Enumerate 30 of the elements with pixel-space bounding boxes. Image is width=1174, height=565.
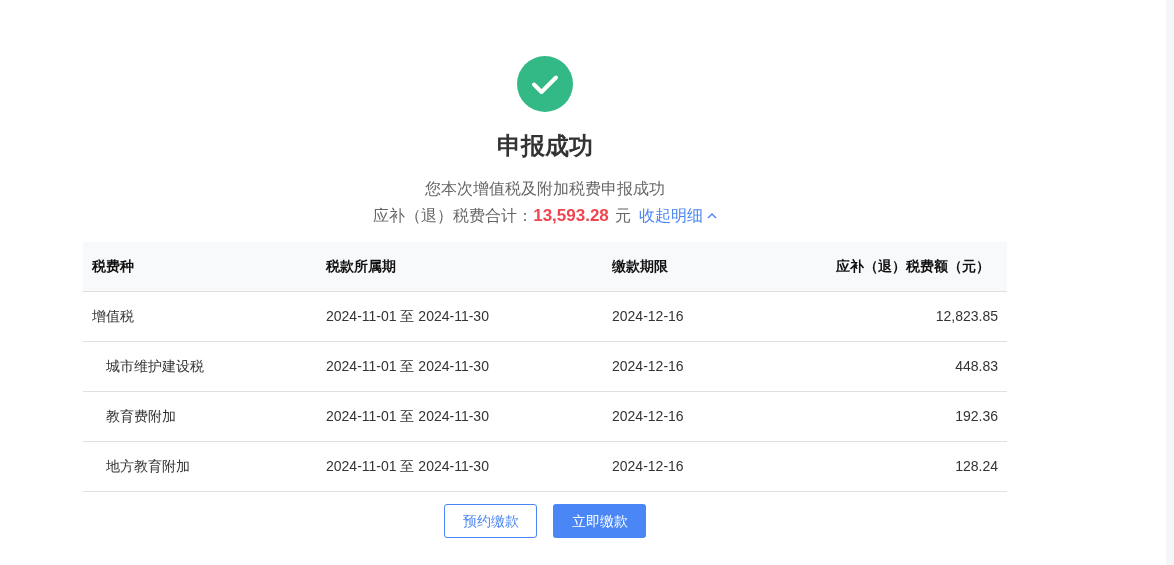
- currency-unit: 元: [614, 206, 631, 226]
- table-cell: 2024-11-01 至 2024-11-30: [326, 458, 489, 474]
- table-cell: 2024-12-16: [612, 358, 684, 374]
- table-cell: 448.83: [955, 358, 998, 374]
- checkmark-icon: [517, 56, 573, 112]
- table-cell: 128.24: [955, 458, 998, 474]
- table-cell: 2024-12-16: [612, 408, 684, 424]
- column-header: 税款所属期: [326, 258, 396, 274]
- chevron-icon: [706, 213, 717, 219]
- column-header: 缴款期限: [612, 258, 668, 274]
- table-cell: 2024-11-01 至 2024-11-30: [326, 358, 489, 374]
- table-cell: 城市维护建设税: [106, 358, 204, 374]
- column-header: 应补（退）税费额（元）: [836, 258, 990, 274]
- table-cell: 教育费附加: [106, 408, 176, 424]
- schedule-payment-button[interactable]: 预约缴款: [444, 504, 537, 538]
- table-cell: 2024-11-01 至 2024-11-30: [326, 308, 489, 324]
- table-cell: 2024-11-01 至 2024-11-30: [326, 408, 489, 424]
- table-cell: 2024-12-16: [612, 308, 684, 324]
- table-cell: 地方教育附加: [106, 458, 190, 474]
- total-amount: 13,593.28: [533, 205, 609, 227]
- success-message: 您本次增值税及附加税费申报成功: [425, 179, 665, 199]
- table-cell: 12,823.85: [935, 308, 998, 324]
- table-cell: 2024-12-16: [612, 458, 684, 474]
- column-header: 税费种: [92, 258, 134, 274]
- success-title: 申报成功: [497, 131, 593, 161]
- collapse-details-link[interactable]: 收起明细: [638, 204, 717, 228]
- table-cell: 192.36: [955, 408, 998, 424]
- pay-now-button[interactable]: 立即缴款: [553, 504, 646, 538]
- table-cell: 增值税: [92, 308, 134, 324]
- total-label: 应补（退）税费合计：: [373, 206, 534, 226]
